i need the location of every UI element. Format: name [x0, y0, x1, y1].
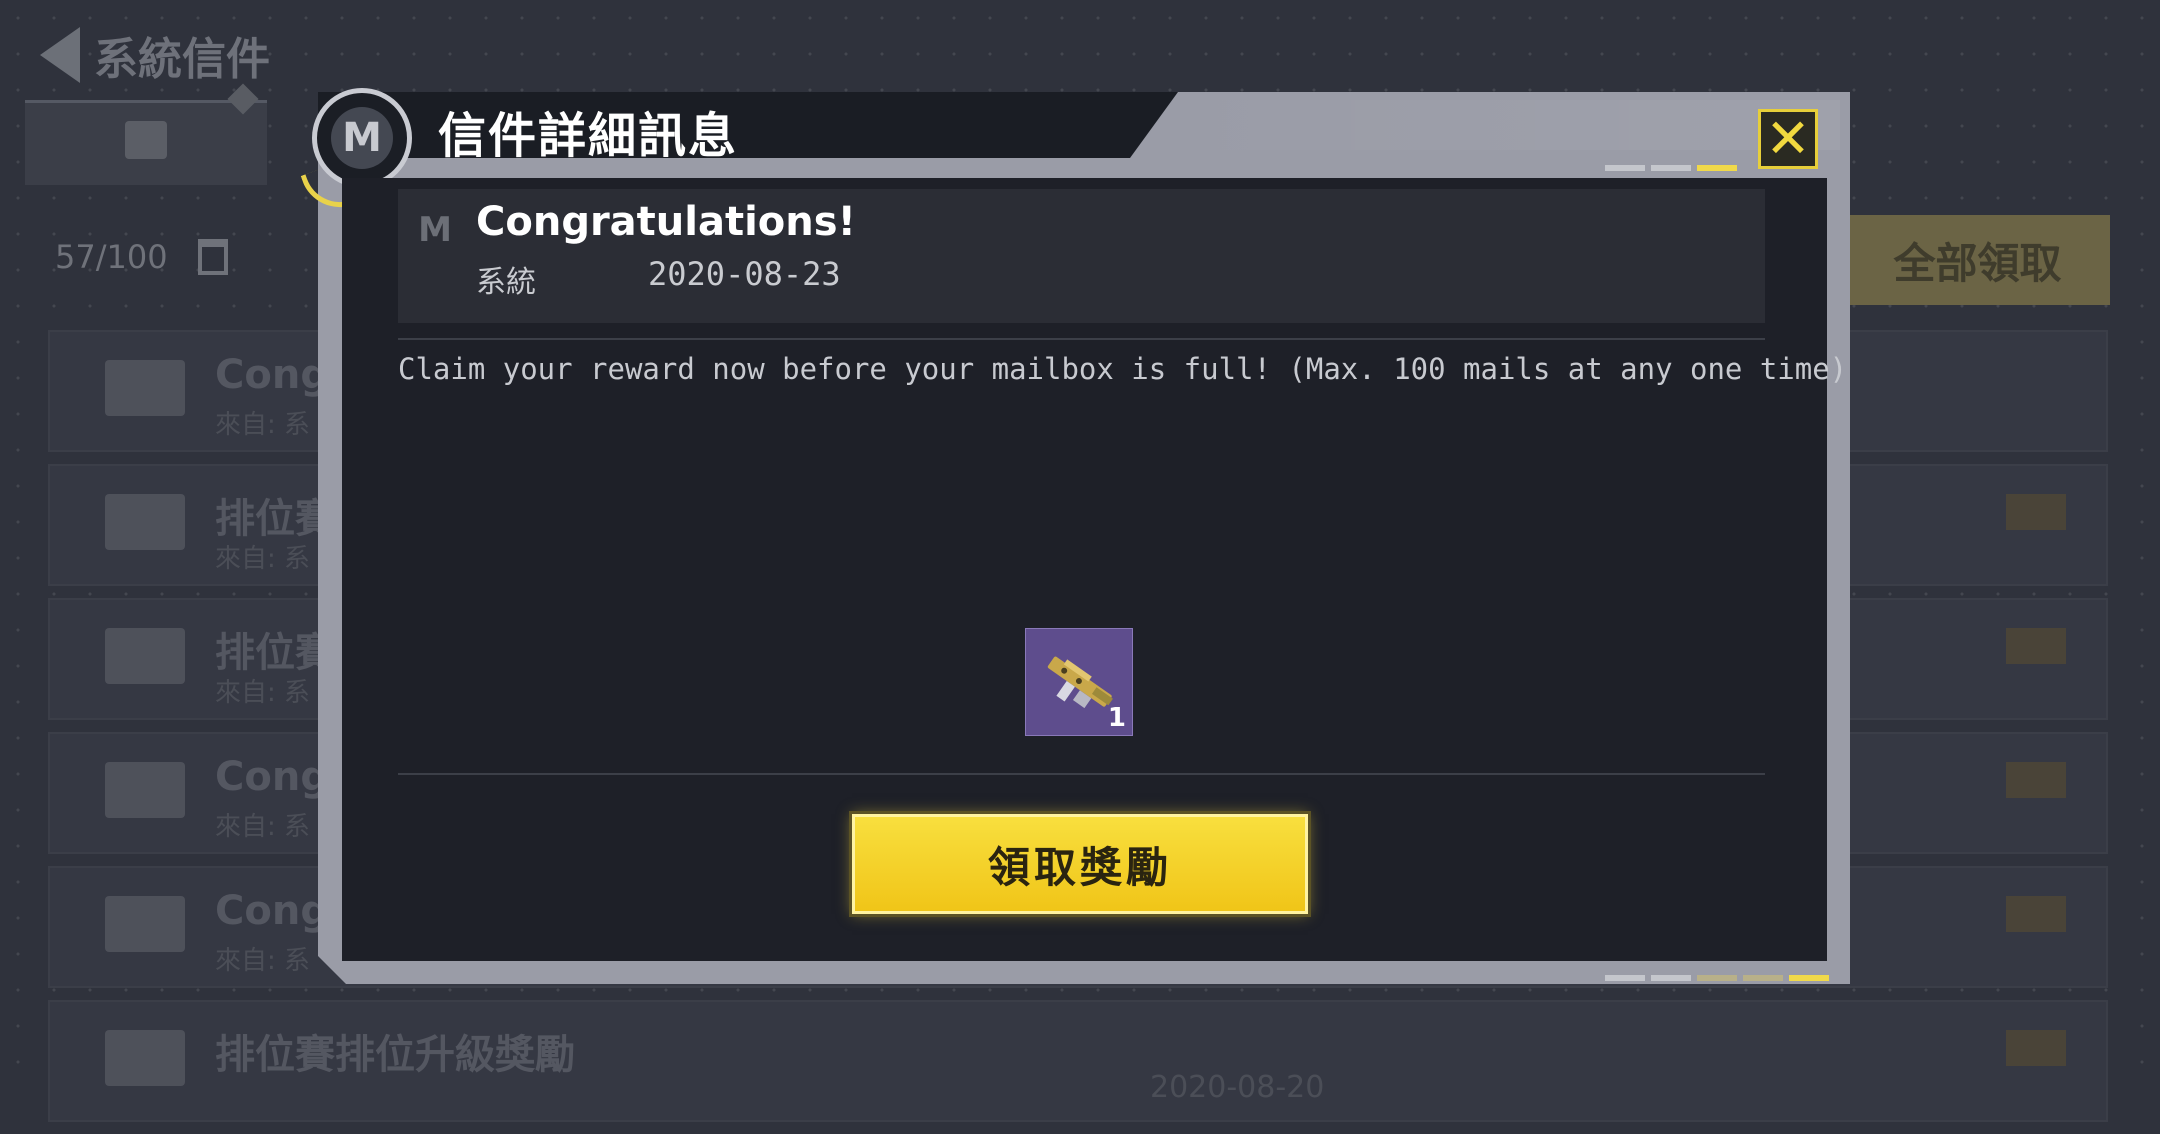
- reward-item[interactable]: 1: [1025, 628, 1133, 736]
- mail-sender: 來自: 系: [215, 946, 311, 976]
- envelope-icon: [105, 360, 185, 416]
- divider: [398, 338, 1765, 340]
- claim-all-button[interactable]: 全部領取: [1845, 215, 2110, 305]
- claim-reward-button[interactable]: 領取獎勵: [852, 814, 1308, 914]
- mail-sender: 系統: [476, 265, 536, 300]
- mail-body: Claim your reward now before your mailbo…: [398, 352, 1848, 386]
- mail-title: 排位賽: [215, 496, 335, 542]
- reward-badge: [2006, 494, 2066, 530]
- close-button[interactable]: ✕: [1758, 109, 1818, 169]
- mail-sender: 來自: 系: [215, 544, 311, 574]
- reward-badge: [2006, 762, 2066, 798]
- mail-header: M Congratulations! 系統 2020-08-23: [398, 189, 1765, 323]
- list-item[interactable]: 排位賽排位升級獎勵 2020-08-20: [48, 1000, 2108, 1122]
- page-header: 系統信件: [40, 20, 270, 90]
- divider: [398, 773, 1765, 775]
- dialog-title: 信件詳細訊息: [438, 108, 739, 164]
- mail-sender: 來自: 系: [215, 410, 311, 440]
- trash-icon[interactable]: [197, 239, 228, 275]
- envelope-icon: [105, 628, 185, 684]
- sender-logo-icon: M: [418, 210, 452, 250]
- tab-mail[interactable]: [25, 100, 267, 185]
- mail-date: 2020-08-23: [648, 255, 841, 293]
- reward-badge: [2006, 896, 2066, 932]
- close-icon: ✕: [1765, 107, 1811, 170]
- header-stripe: [1150, 100, 1840, 150]
- mail-sender: 來自: 系: [215, 678, 311, 708]
- reward-badge: [2006, 1030, 2066, 1066]
- back-arrow-icon[interactable]: [40, 27, 80, 83]
- mailbox-icon: [125, 121, 167, 159]
- mail-subject: Congratulations!: [476, 199, 856, 245]
- envelope-icon: [105, 1030, 185, 1086]
- logo-letter-icon: M: [331, 107, 393, 169]
- envelope-icon: [105, 762, 185, 818]
- top-indicator: [1605, 165, 1737, 171]
- mail-date: 2020-08-20: [1150, 1070, 1325, 1105]
- game-logo-icon: M: [312, 88, 412, 188]
- mail-sender: 來自: 系: [215, 812, 311, 842]
- mail-title: 排位賽排位升級獎勵: [215, 1032, 575, 1078]
- reward-quantity: 1: [1107, 703, 1126, 733]
- bottom-indicator: [1605, 975, 1829, 981]
- mail-count: 57/100: [55, 238, 168, 276]
- reward-badge: [2006, 628, 2066, 664]
- page-title: 系統信件: [94, 34, 270, 85]
- mail-title: 排位賽: [215, 630, 335, 676]
- envelope-icon: [105, 896, 185, 952]
- envelope-icon: [105, 494, 185, 550]
- mail-counter: 57/100: [55, 238, 228, 276]
